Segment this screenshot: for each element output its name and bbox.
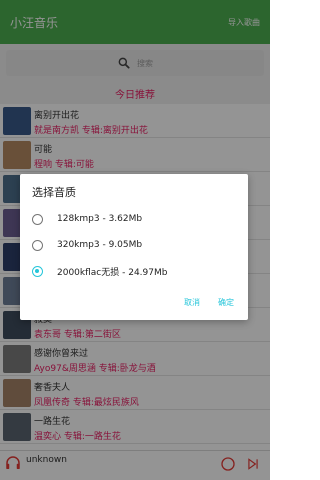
dialog-actions: 取消 确定 [184, 297, 234, 308]
cancel-button[interactable]: 取消 [184, 297, 200, 308]
radio-button-selected[interactable] [32, 265, 43, 277]
option-label: 320kmp3 - 9.05Mb [57, 240, 143, 250]
option-label: 128kmp3 - 3.62Mb [57, 214, 143, 224]
radio-button[interactable] [32, 239, 43, 251]
quality-option-flac[interactable]: 2000kflac无损 - 24.97Mb [32, 262, 232, 280]
dialog-title: 选择音质 [32, 186, 76, 199]
option-label: 2000kflac无损 - 24.97Mb [57, 267, 168, 278]
ok-button[interactable]: 确定 [218, 297, 234, 308]
quality-dialog: 选择音质 128kmp3 - 3.62Mb 320kmp3 - 9.05Mb 2… [20, 174, 248, 320]
quality-option-128k[interactable]: 128kmp3 - 3.62Mb [32, 210, 232, 228]
quality-option-320k[interactable]: 320kmp3 - 9.05Mb [32, 236, 232, 254]
radio-button[interactable] [32, 213, 43, 225]
